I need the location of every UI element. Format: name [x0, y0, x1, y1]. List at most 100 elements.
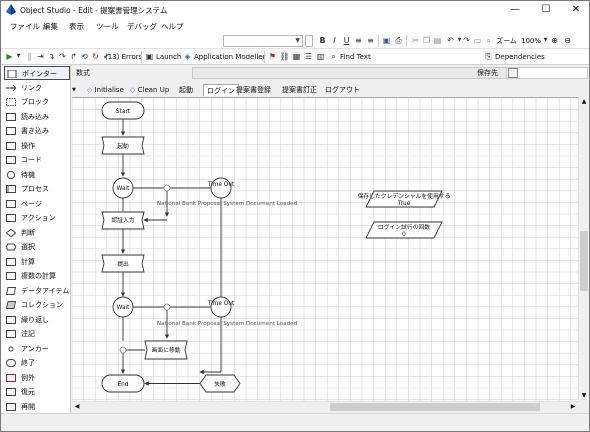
process-canvas[interactable]: Start 起動 Wait Time Out National Bank Proposa…	[72, 97, 578, 401]
copy-icon[interactable]: ❐	[421, 35, 432, 46]
scroll-left-icon[interactable]: ◀	[72, 402, 82, 412]
zoom-value[interactable]: 100%	[521, 35, 541, 47]
size-combo[interactable]	[305, 35, 313, 47]
paste-icon[interactable]: ▤	[432, 35, 443, 46]
pause-icon[interactable]: ‖	[24, 51, 35, 62]
palette-item-note[interactable]: 注記	[4, 327, 70, 341]
find-text-button[interactable]: Find Text	[340, 51, 371, 63]
step-out-icon[interactable]: ↱	[68, 51, 79, 62]
palette-item-action[interactable]: アクション	[4, 211, 70, 225]
menu-help[interactable]: ヘルプ	[161, 21, 184, 32]
close-button[interactable]: ✕	[561, 1, 589, 19]
print-icon[interactable]: ⎙	[393, 35, 404, 46]
launch-icon[interactable]: ▣	[144, 51, 155, 62]
dependencies-button[interactable]: Dependencies	[495, 51, 545, 63]
palette-item-collection[interactable]: コレクション	[4, 298, 70, 312]
scroll-down-icon[interactable]: ▼	[579, 391, 589, 401]
write-icon	[6, 127, 16, 135]
horizontal-scrollbar[interactable]: ◀ ▶	[72, 401, 578, 412]
align-center-icon[interactable]: ≡	[365, 35, 376, 46]
scroll-right-icon[interactable]: ▶	[568, 402, 578, 412]
palette-item-recover[interactable]: 復元	[4, 385, 70, 399]
search-icon[interactable]: ⌕	[328, 51, 339, 62]
tab-dropdown-icon[interactable]: ▼	[72, 84, 80, 96]
palette-item-process[interactable]: プロセス	[4, 182, 70, 196]
flag-icon[interactable]: ⚑	[267, 51, 278, 62]
launch-button[interactable]: Launch	[156, 51, 181, 63]
save-icon[interactable]: ▣	[381, 35, 392, 46]
palette-item-code[interactable]: コード	[4, 153, 70, 167]
dependencies-icon[interactable]: ⎘	[483, 51, 494, 62]
font-combo[interactable]: ▼	[223, 35, 303, 47]
lines-icon[interactable]: ☰	[303, 51, 314, 62]
modeller-icon[interactable]: ◈	[182, 51, 193, 62]
palette-item-end[interactable]: 終了	[4, 356, 70, 370]
chevron-down-icon[interactable]: ▼	[13, 51, 24, 62]
flow-diagram[interactable]: Start 起動 Wait Time Out National Bank Proposa…	[72, 98, 578, 401]
clipboard-icon[interactable]: ▭	[472, 35, 483, 46]
scroll-up-icon[interactable]: ▲	[579, 97, 589, 107]
palette-item-decision[interactable]: 判断	[4, 226, 70, 240]
menu-tools[interactable]: ツール	[96, 21, 119, 32]
tab-5[interactable]: 提案書訂正	[279, 84, 320, 96]
tab-0[interactable]: ◇ Initialise	[84, 84, 127, 96]
link-anchor[interactable]	[119, 346, 127, 354]
timeout-stage-2[interactable]	[210, 296, 232, 318]
step-icon[interactable]: ⇥	[35, 51, 46, 62]
palette-item-link[interactable]: リンク	[4, 81, 70, 95]
timeout-stage[interactable]	[210, 177, 232, 199]
zoom-out-icon[interactable]: ⊖	[562, 35, 573, 46]
vertical-scroll-thumb[interactable]	[580, 231, 588, 291]
horizontal-scroll-thumb[interactable]	[330, 403, 540, 411]
palette-item-anchor[interactable]: アンカー	[4, 342, 70, 356]
palette-item-exception[interactable]: 例外	[4, 371, 70, 385]
redo-icon[interactable]: ↷	[461, 35, 472, 46]
palette-item-resume[interactable]: 再開	[4, 400, 70, 414]
italic-button[interactable]: I	[329, 35, 340, 46]
cut-icon[interactable]: ✂	[410, 35, 421, 46]
minimize-button[interactable]: —	[500, 1, 530, 19]
vertical-scrollbar[interactable]: ▲ ▼	[578, 97, 589, 401]
errors-button[interactable]: (13) Errors	[105, 51, 142, 63]
tab-6[interactable]: ログアウト	[322, 84, 363, 96]
palette-item-calculation[interactable]: 計算	[4, 255, 70, 269]
menu-file[interactable]: ファイル	[10, 21, 40, 32]
menu-view[interactable]: 表示	[69, 21, 84, 32]
menu-debug[interactable]: デバッグ	[127, 21, 157, 32]
palette-item-page[interactable]: ページ	[4, 197, 70, 211]
align-left-icon[interactable]: ≡	[353, 35, 364, 46]
table-icon[interactable]: ▥	[315, 51, 326, 62]
tab-1[interactable]: ◇ Clean Up	[127, 84, 172, 96]
palette-item-choice[interactable]: 選択	[4, 240, 70, 254]
link-anchor[interactable]	[163, 184, 171, 192]
bold-button[interactable]: B	[317, 35, 328, 46]
tab-4[interactable]: 提案書登録	[233, 84, 274, 96]
maximize-button[interactable]: ☐	[531, 1, 561, 19]
step-over-icon[interactable]: ↷	[57, 51, 68, 62]
grid-icon[interactable]: ▦	[291, 51, 302, 62]
palette-item-multi-calculation[interactable]: 複数の計算	[4, 269, 70, 283]
palette-item-read[interactable]: 読み込み	[4, 110, 70, 124]
palette-item-data-item[interactable]: データアイテム	[4, 284, 70, 298]
reset-icon[interactable]: ⟲	[79, 51, 90, 62]
palette-item-write[interactable]: 書き込み	[4, 124, 70, 138]
palette-item-loop[interactable]: 繰り返し	[4, 313, 70, 327]
palette-item-block[interactable]: ブロック	[4, 95, 70, 109]
palette-item-navigate[interactable]: 操作	[4, 139, 70, 153]
block-icon	[6, 98, 16, 106]
zoom-in-icon[interactable]: ⊕	[549, 35, 560, 46]
find-icon[interactable]: ⌕	[483, 35, 494, 46]
refresh-icon[interactable]: ↻	[90, 51, 101, 62]
menu-edit[interactable]: 編集	[43, 21, 58, 32]
palette-item-pointer[interactable]: ポインター	[4, 66, 70, 80]
tab-2[interactable]: 起動	[176, 84, 196, 96]
underline-button[interactable]: U	[341, 35, 352, 46]
step-in-icon[interactable]: ↴	[46, 51, 57, 62]
application-modeller-button[interactable]: Application Modeller	[194, 51, 265, 63]
store-in-input[interactable]	[506, 67, 588, 79]
data-item-1-name: 保存したクレデンシャルを使用する	[358, 192, 451, 200]
link-icon[interactable]: ⛓	[279, 51, 290, 62]
link-anchor[interactable]	[163, 303, 171, 311]
anchor-icon	[8, 346, 14, 351]
palette-item-wait[interactable]: 待機	[4, 168, 70, 182]
